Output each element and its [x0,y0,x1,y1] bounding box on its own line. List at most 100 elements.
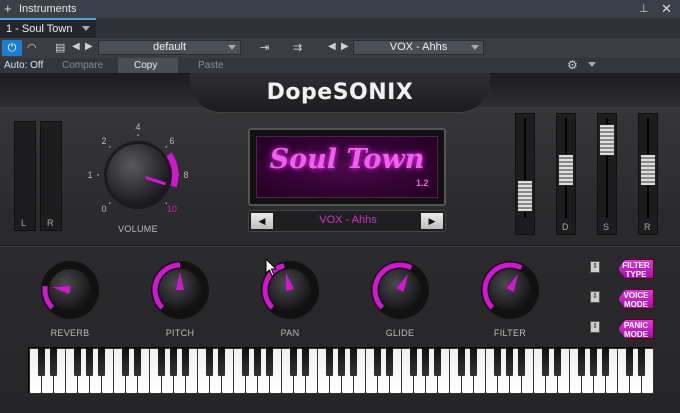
copy-button[interactable]: Copy [134,60,157,71]
volume-tick [108,202,111,205]
black-key[interactable] [325,348,333,376]
fader-label: S [603,222,610,232]
add-icon[interactable]: + [4,1,12,16]
meter-left: L [14,121,36,231]
mode-button-1[interactable]: FILTER TYPE [618,259,654,279]
black-key[interactable] [601,348,609,376]
instance-tab-row: 1 - Soul Town [0,18,680,38]
volume-control: 0 1 2 4 6 8 10 VOLUME [80,113,200,243]
black-key[interactable] [169,348,177,376]
display-version: 1.2 [416,178,429,188]
black-key[interactable] [433,348,441,376]
knob-control[interactable] [370,258,430,322]
host-toolbar-2: Auto: Off Compare Copy Paste ⚙ [0,58,680,73]
mode-toggle-icon[interactable]: ⇕ [590,321,600,333]
paste-button[interactable]: Paste [198,60,224,71]
send-icon[interactable]: ⇥ [260,41,269,54]
compare-button[interactable]: Compare [62,60,103,71]
fader-handle[interactable] [599,124,615,157]
black-key[interactable] [637,348,645,376]
black-key[interactable] [37,348,45,376]
black-key[interactable] [349,348,357,376]
knob-label: PAN [280,328,300,338]
black-key[interactable] [589,348,597,376]
volume-tick [108,145,111,148]
black-key[interactable] [133,348,141,376]
prev-icon[interactable]: ◀ [251,213,273,229]
fader-label: R [644,222,651,232]
black-key[interactable] [517,348,525,376]
black-key[interactable] [469,348,477,376]
black-key[interactable] [121,348,129,376]
black-key[interactable] [289,348,297,376]
black-key[interactable] [625,348,633,376]
knob-control[interactable] [40,258,100,322]
pin-icon[interactable]: ⊥ [639,2,649,15]
knob-control[interactable] [480,258,540,322]
black-key[interactable] [457,348,465,376]
display-screen: Soul Town 1.2 [248,128,446,206]
black-key[interactable] [97,348,105,376]
route-icon[interactable]: ⇉ [293,41,302,54]
monitor-icon[interactable]: ◠ [27,41,37,54]
mode-button-3[interactable]: PANIC MODE [618,319,654,339]
black-key[interactable] [181,348,189,376]
power-icon[interactable]: ⏻ [2,40,22,56]
fader-handle[interactable] [517,180,533,213]
next-program-icon[interactable]: ▶ [341,41,349,52]
knob-body [49,269,91,311]
mode-button-2[interactable]: VOICE MODE [618,289,654,309]
black-key[interactable] [337,348,345,376]
black-key[interactable] [301,348,309,376]
auto-button[interactable]: Auto: Off [4,60,43,71]
black-key[interactable] [553,348,561,376]
fader-handle[interactable] [558,154,574,186]
host-titlebar: + Instruments ⊥ ✕ [0,0,680,18]
black-key[interactable] [385,348,393,376]
volume-label: VOLUME [118,224,158,234]
knob-control[interactable] [150,258,210,322]
window-title: Instruments [19,3,77,15]
fader-handle[interactable] [640,154,656,186]
meter-left-label: L [21,218,27,228]
piano-keyboard[interactable] [28,347,654,394]
prev-preset-icon[interactable]: ◀ [72,41,80,52]
prev-program-icon[interactable]: ◀ [328,41,336,52]
instance-tab[interactable]: 1 - Soul Town [0,18,96,38]
black-key[interactable] [505,348,513,376]
volume-tick [97,174,99,176]
knob-label: PITCH [165,328,195,338]
divider [0,245,680,247]
black-key[interactable] [241,348,249,376]
black-key[interactable] [541,348,549,376]
meter-right: R [40,121,62,231]
black-key[interactable] [205,348,213,376]
black-key[interactable] [85,348,93,376]
black-key[interactable] [421,348,429,376]
mode-toggle-icon[interactable]: ⇕ [590,291,600,303]
mode-toggle-icon[interactable]: ⇕ [590,261,600,273]
preset-dropdown[interactable]: default [98,40,241,55]
program-dropdown[interactable]: VOX - Ahhs [353,40,484,55]
preset-menu-icon[interactable]: ▤ [55,41,65,54]
next-preset-icon[interactable]: ▶ [85,41,93,52]
volume-tick-label: 4 [135,122,140,132]
mouse-cursor [265,258,278,277]
black-key[interactable] [49,348,57,376]
chevron-down-icon [586,60,596,70]
black-key[interactable] [253,348,261,376]
black-key[interactable] [373,348,381,376]
black-key[interactable] [409,348,417,376]
volume-tick-label: 2 [102,136,107,146]
close-icon[interactable]: ✕ [661,1,672,17]
black-key[interactable] [265,348,273,376]
black-key[interactable] [577,348,585,376]
gear-icon[interactable]: ⚙ [567,58,578,72]
black-key[interactable] [73,348,81,376]
plugin-panel: DopeSONIX L R 0 1 2 4 6 8 10 VOLUME Soul Town … [0,73,680,413]
envelope-fader-4: R [638,113,658,235]
next-icon[interactable]: ▶ [421,213,443,229]
black-key[interactable] [493,348,501,376]
black-key[interactable] [157,348,165,376]
black-key[interactable] [217,348,225,376]
